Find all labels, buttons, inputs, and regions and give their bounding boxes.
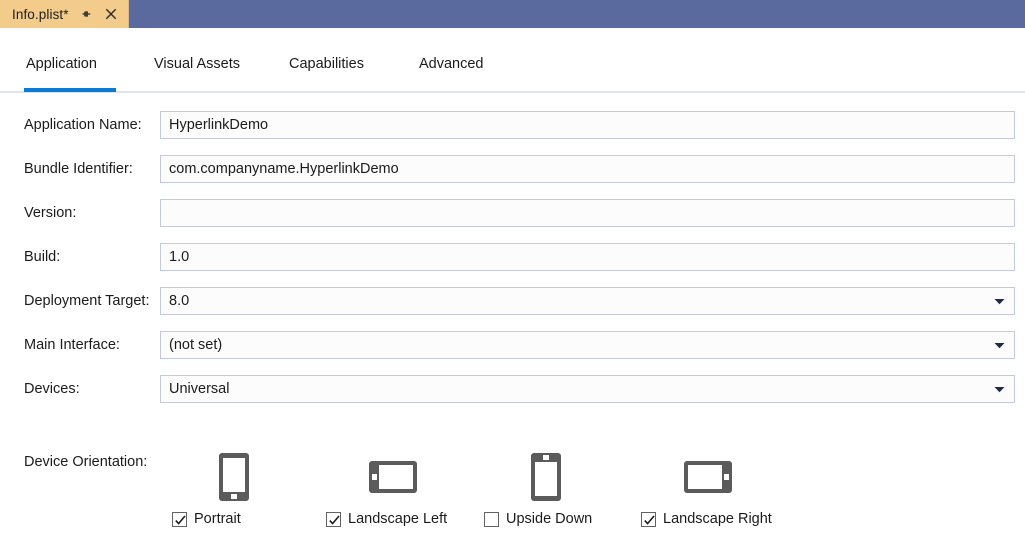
form-row-bundle-identifier: Bundle Identifier: com.companyname.Hyper…	[0, 155, 1025, 183]
portrait-checkbox[interactable]	[172, 511, 187, 527]
main-interface-value: (not set)	[169, 337, 223, 353]
portrait-checkbox-row[interactable]: Portrait	[172, 508, 241, 530]
deployment-target-label: Deployment Target:	[24, 293, 150, 309]
window-titlebar: Info.plist*	[0, 0, 1025, 28]
tab-application-label: Application	[26, 56, 97, 72]
tablet-landscape-left-icon	[326, 448, 496, 506]
chevron-down-icon[interactable]	[988, 342, 1010, 349]
tab-capabilities-label: Capabilities	[289, 56, 364, 72]
build-label: Build:	[24, 249, 61, 265]
landscape-left-label: Landscape Left	[348, 511, 448, 527]
tab-visual-assets[interactable]: Visual Assets	[152, 54, 248, 92]
upside-down-checkbox-row[interactable]: Upside Down	[484, 508, 592, 530]
tab-advanced-label: Advanced	[419, 56, 484, 72]
bundle-identifier-label: Bundle Identifier:	[24, 161, 133, 177]
version-label: Version:	[24, 205, 77, 221]
tab-active-indicator	[24, 88, 116, 92]
tab-application[interactable]: Application	[24, 54, 116, 92]
form-row-version: Version:	[0, 199, 1025, 227]
application-name-label: Application Name:	[24, 117, 142, 133]
document-tab-info-plist[interactable]: Info.plist*	[0, 0, 129, 28]
close-icon[interactable]	[103, 6, 119, 22]
landscape-right-label: Landscape Right	[663, 511, 772, 527]
tablet-landscape-right-icon	[641, 448, 811, 506]
form-row-deployment-target: Deployment Target: 8.0	[0, 287, 1025, 315]
tab-visual-assets-label: Visual Assets	[154, 56, 240, 72]
bundle-identifier-value: com.companyname.HyperlinkDemo	[169, 161, 399, 177]
chevron-down-icon[interactable]	[988, 298, 1010, 305]
devices-label: Devices:	[24, 381, 80, 397]
device-orientation-label: Device Orientation:	[24, 454, 148, 470]
devices-value: Universal	[169, 381, 230, 397]
application-name-value: HyperlinkDemo	[169, 117, 269, 133]
upside-down-label: Upside Down	[506, 511, 593, 527]
landscape-left-checkbox[interactable]	[326, 511, 341, 527]
chevron-down-icon[interactable]	[988, 386, 1010, 393]
editor-page: Application Visual Assets Capabilities A…	[0, 28, 1025, 527]
orientation-option-portrait[interactable]: Portrait	[172, 448, 342, 558]
landscape-left-checkbox-row[interactable]: Landscape Left	[326, 508, 447, 530]
orientation-option-landscape-left[interactable]: Landscape Left	[326, 448, 496, 558]
landscape-right-checkbox[interactable]	[641, 511, 656, 527]
orientation-option-upside-down[interactable]: Upside Down	[484, 448, 654, 558]
main-interface-dropdown[interactable]: (not set)	[160, 331, 1015, 359]
document-tab-title: Info.plist*	[12, 6, 69, 22]
portrait-label: Portrait	[194, 511, 241, 527]
tab-capabilities[interactable]: Capabilities	[287, 54, 375, 92]
version-input[interactable]	[160, 199, 1015, 227]
deployment-target-dropdown[interactable]: 8.0	[160, 287, 1015, 315]
form-row-devices: Devices: Universal	[0, 375, 1025, 403]
build-input[interactable]: 1.0	[160, 243, 1015, 271]
form-row-build: Build: 1.0	[0, 243, 1025, 271]
devices-dropdown[interactable]: Universal	[160, 375, 1015, 403]
device-orientation-group: Device Orientation: Portrait Landscape L…	[0, 448, 1025, 558]
form-row-application-name: Application Name: HyperlinkDemo	[0, 111, 1025, 139]
build-value: 1.0	[169, 249, 190, 265]
phone-portrait-icon	[172, 448, 342, 506]
upside-down-checkbox[interactable]	[484, 511, 499, 527]
orientation-option-landscape-right[interactable]: Landscape Right	[641, 448, 811, 558]
tab-advanced[interactable]: Advanced	[417, 54, 493, 92]
bundle-identifier-input[interactable]: com.companyname.HyperlinkDemo	[160, 155, 1015, 183]
phone-upside-down-icon	[484, 448, 654, 506]
main-interface-label: Main Interface:	[24, 337, 120, 353]
application-name-input[interactable]: HyperlinkDemo	[160, 111, 1015, 139]
pin-icon[interactable]	[78, 6, 94, 22]
deployment-target-value: 8.0	[169, 293, 190, 309]
form-row-main-interface: Main Interface: (not set)	[0, 331, 1025, 359]
section-tabstrip: Application Visual Assets Capabilities A…	[0, 54, 1025, 93]
landscape-right-checkbox-row[interactable]: Landscape Right	[641, 508, 772, 530]
